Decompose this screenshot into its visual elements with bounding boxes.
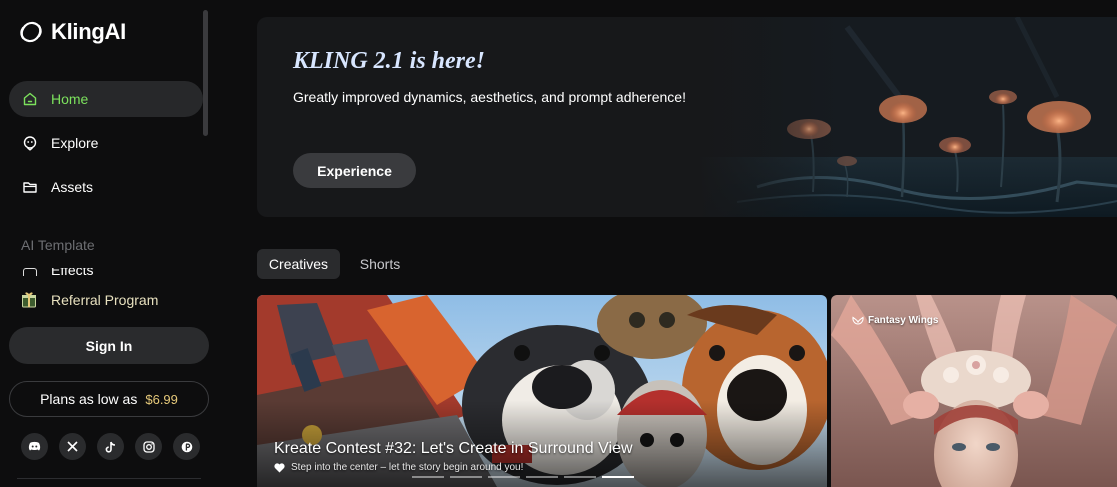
instagram-icon[interactable]	[135, 433, 162, 460]
kling-logo-icon	[20, 21, 42, 43]
banner-subtitle: Greatly improved dynamics, aesthetics, a…	[293, 89, 686, 105]
banner-title: KLING 2.1 is here!	[293, 48, 486, 74]
promo-banner[interactable]: KLING 2.1 is here! Greatly improved dyna…	[257, 17, 1117, 217]
plans-price: $6.99	[145, 391, 178, 407]
fantasy-wings-card[interactable]: Fantasy Wings	[831, 295, 1117, 487]
home-icon	[23, 92, 37, 106]
logo-text: KlingAI	[51, 19, 126, 44]
x-icon[interactable]	[59, 433, 86, 460]
carousel-dot[interactable]	[450, 476, 482, 478]
carousel-dot[interactable]	[526, 476, 558, 478]
contest-card[interactable]: Kreate Contest #32: Let's Create in Surr…	[257, 295, 827, 487]
tab-creatives[interactable]: Creatives	[257, 249, 340, 279]
referral-label: Referral Program	[51, 291, 159, 308]
carousel-dot-active[interactable]	[602, 476, 634, 478]
sidebar-item-effects[interactable]: Effects	[21, 268, 101, 276]
plans-button[interactable]: Plans as low as $6.99	[9, 381, 209, 417]
section-label-ai-template: AI Template	[21, 237, 95, 253]
sidebar-item-label: Explore	[51, 135, 99, 151]
wings-icon	[852, 316, 864, 325]
card-title: Kreate Contest #32: Let's Create in Surr…	[274, 440, 633, 457]
tab-shorts[interactable]: Shorts	[349, 249, 411, 279]
sidebar: KlingAI Home Explore Assets AI Template …	[0, 0, 218, 487]
sidebar-scrollbar[interactable]	[203, 10, 208, 136]
experience-button[interactable]: Experience	[293, 153, 416, 188]
contest-dogs-image	[257, 295, 827, 487]
sidebar-divider	[17, 478, 201, 479]
banner-glowing-flowers-image	[697, 17, 1117, 217]
folder-icon	[23, 182, 37, 193]
carousel-dot[interactable]	[488, 476, 520, 478]
plans-label: Plans as low as	[40, 391, 138, 407]
card-subtitle: Step into the center – let the story beg…	[291, 462, 524, 473]
carousel-indicator[interactable]	[412, 476, 634, 478]
social-links	[21, 433, 200, 460]
logo[interactable]: KlingAI	[17, 18, 126, 46]
card-tag: Fantasy Wings	[852, 315, 938, 326]
pinterest-icon[interactable]	[173, 433, 200, 460]
sign-in-button[interactable]: Sign In	[9, 327, 209, 364]
sidebar-item-label: Home	[51, 91, 89, 107]
card-subtitle-row: Step into the center – let the story beg…	[274, 462, 523, 473]
gift-icon	[22, 292, 36, 308]
explore-icon	[23, 136, 37, 151]
card-tag-label: Fantasy Wings	[868, 315, 939, 326]
carousel-dot[interactable]	[412, 476, 444, 478]
effects-icon	[23, 268, 37, 276]
sidebar-item-assets[interactable]: Assets	[9, 169, 203, 205]
sidebar-item-home[interactable]: Home	[9, 81, 203, 117]
tiktok-icon[interactable]	[97, 433, 124, 460]
carousel-dot[interactable]	[564, 476, 596, 478]
sidebar-item-explore[interactable]: Explore	[9, 125, 203, 161]
discord-icon[interactable]	[21, 433, 48, 460]
sidebar-item-label: Assets	[51, 179, 94, 195]
heart-icon[interactable]	[274, 462, 285, 473]
referral-program-link[interactable]: Referral Program	[21, 291, 158, 308]
